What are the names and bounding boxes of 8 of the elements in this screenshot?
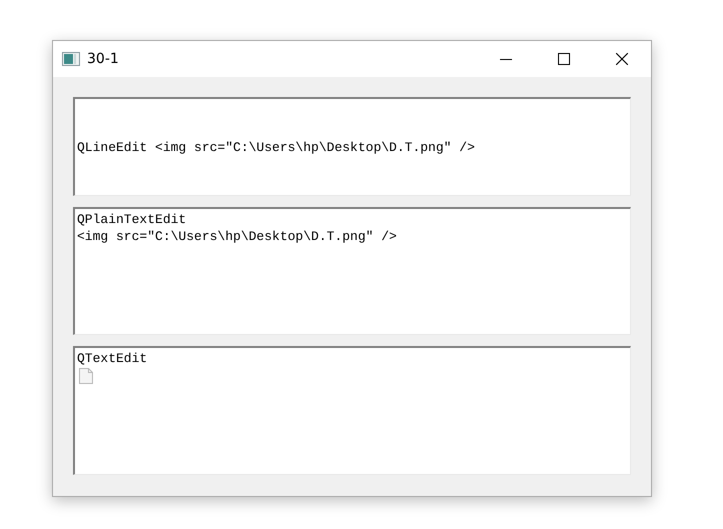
text-area[interactable]: QPlainTextEdit <img src="C:\Users\hp\Desktop\D.T.png" /> (73, 207, 631, 335)
maximize-icon (558, 53, 570, 65)
text-editor[interactable]: QTextEdit (73, 346, 631, 475)
app-icon (62, 52, 80, 66)
window-title: 30-1 (87, 51, 119, 67)
close-icon (616, 53, 628, 65)
editor-text: QTextEdit (77, 350, 148, 367)
input-field[interactable]: QLineEdit <img src="C:\Users\hp\Desktop\D.T.png" /> (73, 97, 631, 196)
